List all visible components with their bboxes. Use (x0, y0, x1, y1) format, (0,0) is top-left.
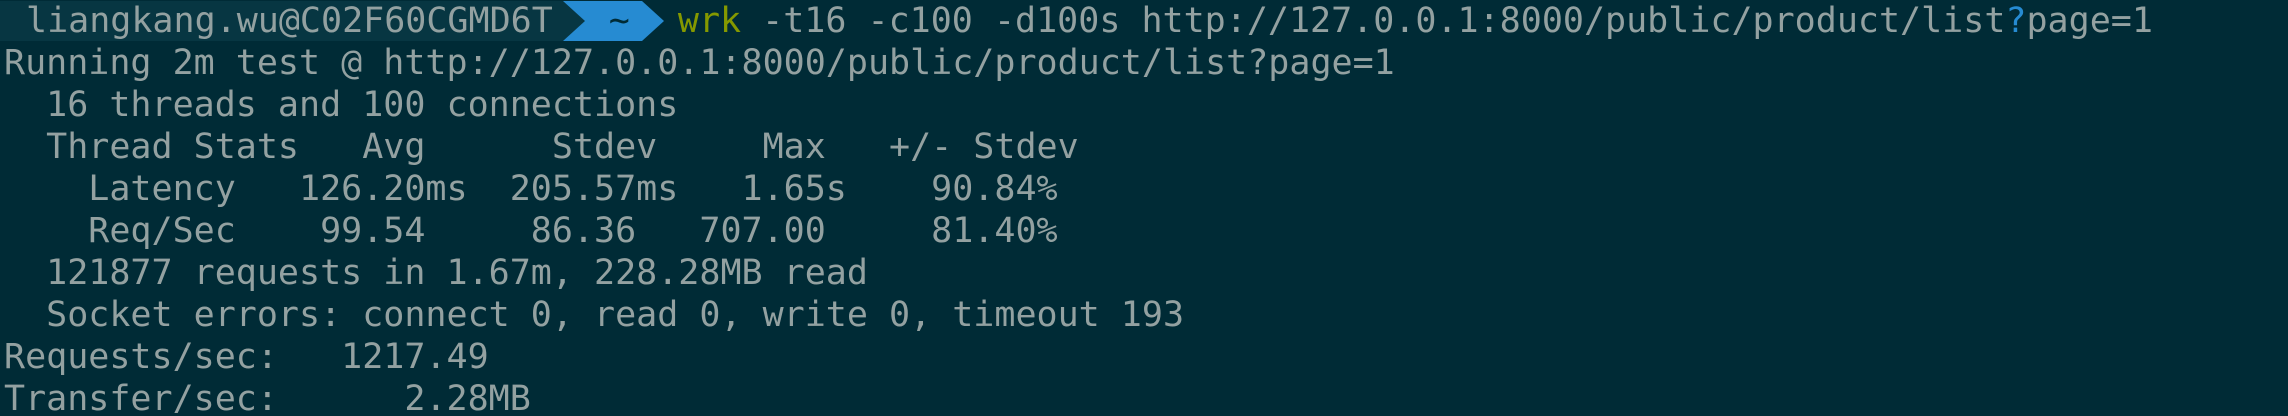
output-running: Running 2m test @ http://127.0.0.1:8000/… (4, 43, 1395, 83)
powerline-arrow-icon (641, 1, 664, 41)
command-args: -t16 -c100 -d100s http://127.0.0.1:8000/… (741, 1, 2006, 41)
output-stats-header: Thread Stats Avg Stdev Max +/- Stdev (4, 127, 1079, 167)
prompt-directory: ~ (584, 1, 642, 41)
command-name: wrk (677, 1, 742, 41)
output-reqsec-row: Req/Sec 99.54 86.36 707.00 81.40% (4, 211, 1058, 251)
command-input[interactable]: wrk -t16 -c100 -d100s http://127.0.0.1:8… (678, 0, 2153, 42)
output-transfer-per-sec: Transfer/sec: 2.28MB (4, 379, 531, 416)
output-socket-errors: Socket errors: connect 0, read 0, write … (4, 295, 1185, 335)
output-threads: 16 threads and 100 connections (4, 85, 679, 125)
output-requests-summary: 121877 requests in 1.67m, 228.28MB read (4, 253, 868, 293)
prompt-user-host: liangkang.wu@C02F60CGMD6T (0, 1, 563, 41)
command-query-mark: ? (2005, 1, 2027, 41)
command-args-query: page=1 (2026, 1, 2153, 41)
output-latency-row: Latency 126.20ms 205.57ms 1.65s 90.84% (4, 169, 1058, 209)
powerline-arrow-icon (562, 1, 585, 41)
output-requests-per-sec: Requests/sec: 1217.49 (4, 337, 489, 377)
terminal-window[interactable]: liangkang.wu@C02F60CGMD6T ~ wrk -t16 -c1… (0, 0, 2288, 416)
shell-prompt-line: liangkang.wu@C02F60CGMD6T ~ wrk -t16 -c1… (0, 0, 2153, 42)
